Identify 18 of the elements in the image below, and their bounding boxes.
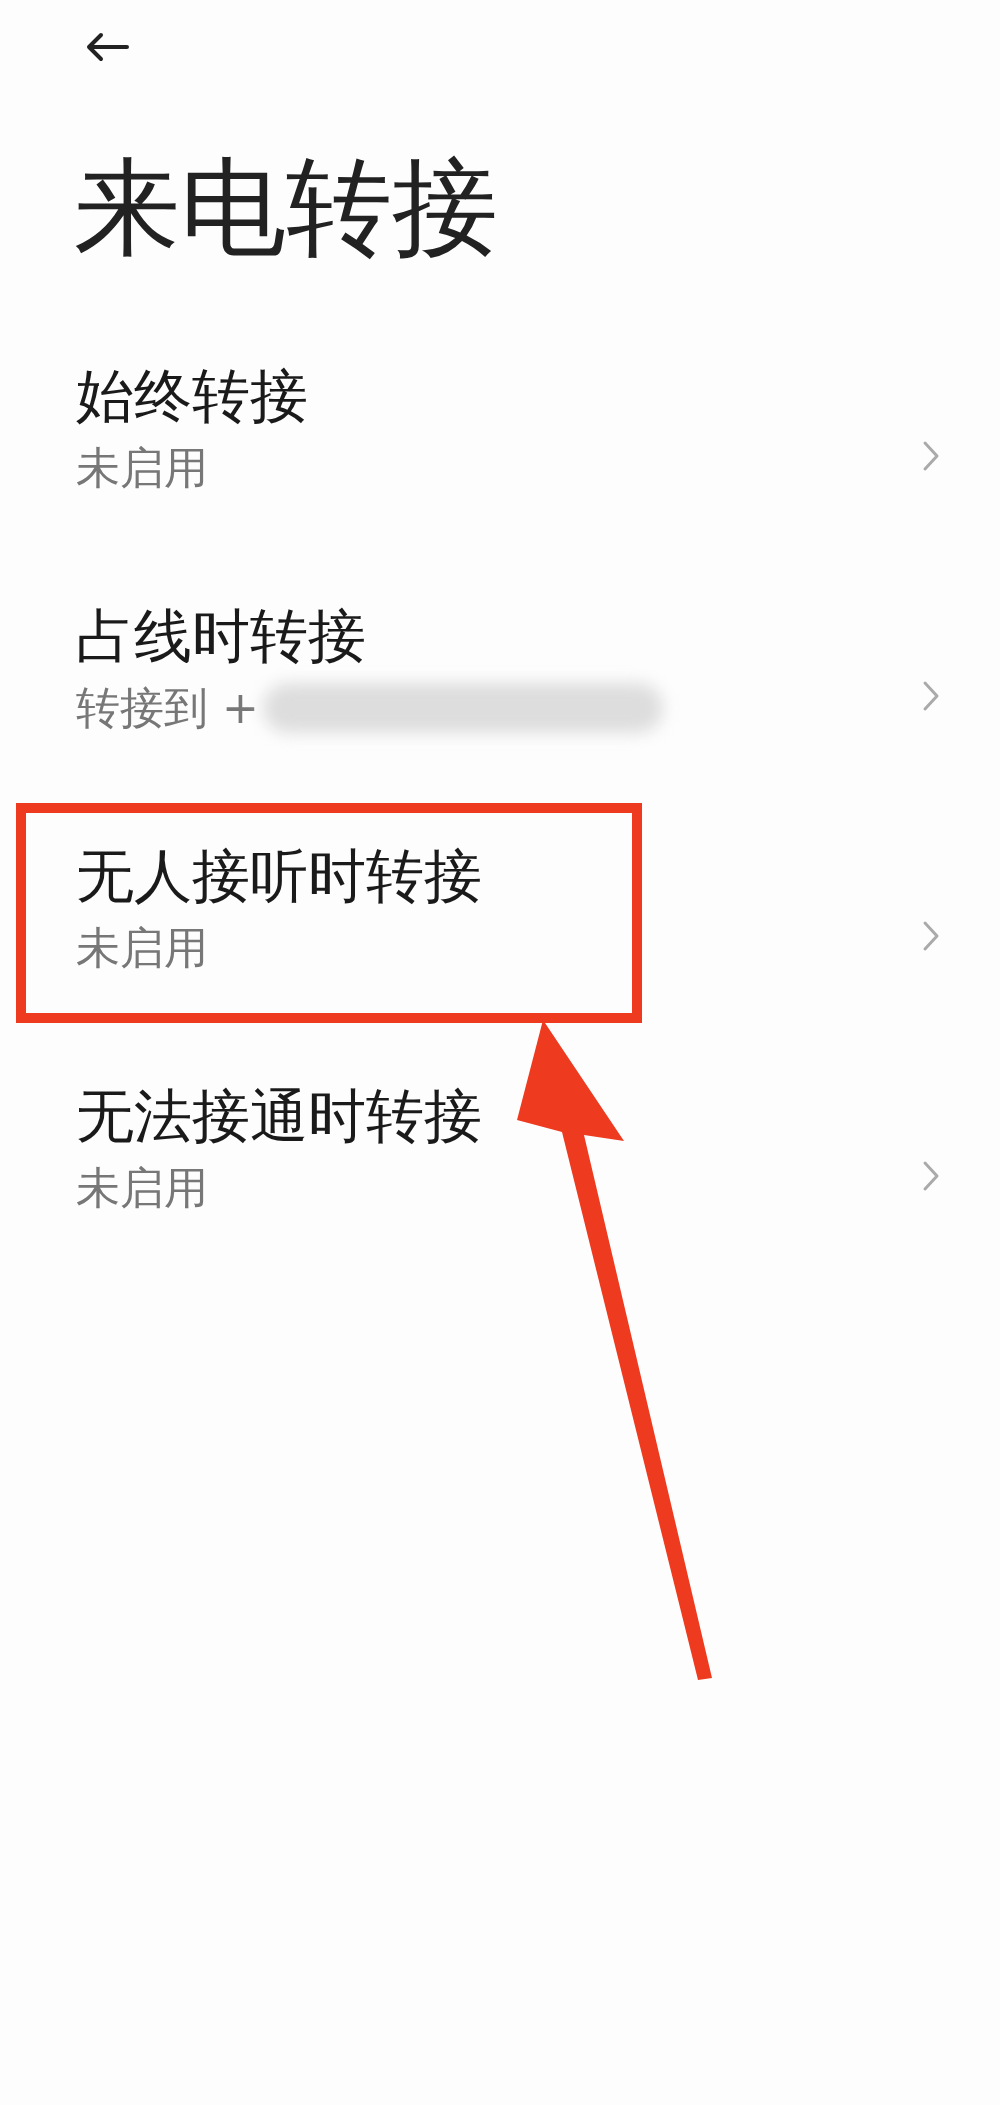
item-status: 未启用 — [76, 1161, 208, 1215]
item-title: 无法接通时转接 — [76, 1081, 482, 1152]
item-title: 始终转接 — [76, 361, 308, 432]
chevron-icon — [922, 920, 940, 952]
item-status: 未启用 — [76, 441, 208, 495]
item-status: 未启用 — [76, 921, 208, 975]
item-title: 无人接听时转接 — [76, 841, 482, 912]
chevron-icon — [922, 440, 940, 472]
chevron-icon — [922, 680, 940, 712]
chevron-icon — [922, 1160, 940, 1192]
item-title: 占线时转接 — [76, 601, 367, 672]
settings-item[interactable]: 始终转接 未启用 — [0, 316, 1000, 556]
settings-item[interactable]: 无人接听时转接 未启用 — [0, 796, 1000, 1036]
settings-item[interactable]: 无法接通时转接 未启用 — [0, 1036, 1000, 1276]
item-status: 转接到 + — [76, 681, 259, 735]
settings-item[interactable]: 占线时转接 转接到 + — [0, 556, 1000, 796]
page-title: 来电转接 — [74, 145, 499, 271]
back-arrow-icon — [85, 32, 129, 62]
